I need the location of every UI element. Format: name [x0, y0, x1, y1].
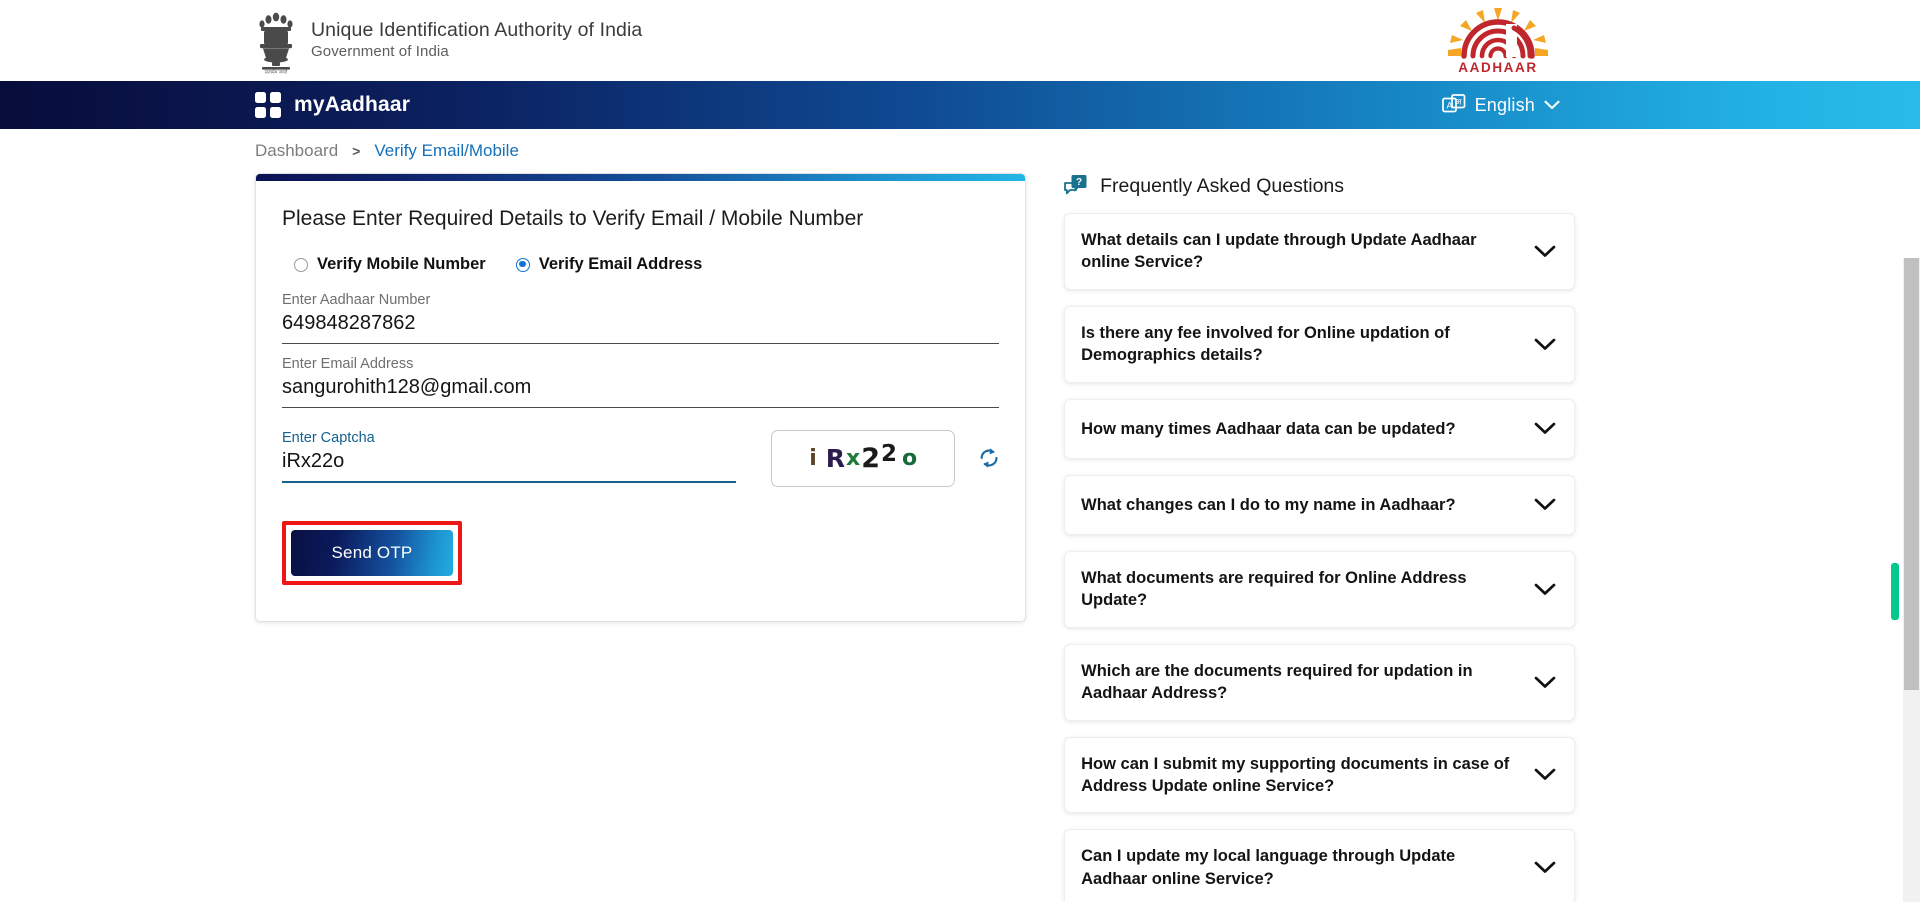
faq-speech-bubble-icon: ?: [1064, 175, 1087, 195]
organization-identity: सत्यमेव जयते Unique Identification Autho…: [255, 8, 642, 74]
captcha-char-1: i: [809, 446, 817, 471]
captcha-char-4: 2: [861, 443, 880, 474]
chevron-down-icon[interactable]: [1534, 245, 1556, 258]
faq-item[interactable]: Can I update my local language through U…: [1064, 829, 1575, 902]
svg-text:AADHAAR: AADHAAR: [1458, 60, 1537, 74]
captcha-field: Enter Captcha iRx22o: [282, 430, 737, 483]
language-selector[interactable]: A अ English: [1441, 94, 1560, 116]
grid-apps-icon: [255, 92, 281, 118]
scroll-position-marker: [1891, 563, 1899, 620]
org-subtitle: Government of India: [311, 43, 449, 61]
chevron-down-icon: [1544, 100, 1560, 110]
faq-item[interactable]: Is there any fee involved for Online upd…: [1064, 305, 1575, 383]
chevron-down-icon[interactable]: [1534, 338, 1556, 351]
language-label: English: [1474, 94, 1535, 115]
faq-title: Frequently Asked Questions: [1100, 174, 1345, 197]
translate-icon: A अ: [1441, 94, 1465, 113]
site-header: सत्यमेव जयते Unique Identification Autho…: [0, 0, 1920, 81]
radio-label-mobile: Verify Mobile Number: [317, 255, 486, 273]
faq-question: Can I update my local language through U…: [1081, 847, 1456, 888]
org-title: Unique Identification Authority of India: [311, 19, 643, 42]
svg-text:?: ?: [1076, 177, 1082, 188]
radio-verify-email[interactable]: Verify Email Address: [515, 255, 703, 274]
verify-form-card: Please Enter Required Details to Verify …: [255, 173, 1027, 622]
breadcrumb: Dashboard > Verify Email/Mobile: [255, 129, 1575, 173]
scrollbar-thumb[interactable]: [1904, 258, 1919, 690]
send-otp-highlight: Send OTP: [282, 521, 462, 585]
email-address-input[interactable]: sangurohith128@gmail.com: [282, 375, 1000, 408]
breadcrumb-separator: >: [352, 143, 361, 159]
faq-question: How can I submit my supporting documents…: [1081, 754, 1510, 795]
page-body: Dashboard > Verify Email/Mobile Please E…: [0, 129, 1920, 902]
email-address-label: Enter Email Address: [282, 356, 414, 372]
faq-panel: ? Frequently Asked Questions What detail…: [1064, 173, 1575, 902]
faq-question: How many times Aadhaar data can be updat…: [1081, 419, 1456, 438]
form-body: Please Enter Required Details to Verify …: [256, 181, 1025, 621]
captcha-row: Enter Captcha iRx22o i R x 2 2 o: [280, 430, 1001, 495]
form-title: Please Enter Required Details to Verify …: [282, 207, 864, 230]
faq-question: Is there any fee involved for Online upd…: [1081, 323, 1450, 365]
radio-indicator-email: [515, 257, 530, 272]
faq-question: What documents are required for Online A…: [1081, 568, 1467, 610]
chevron-down-icon[interactable]: [1534, 861, 1556, 874]
faq-item[interactable]: What documents are required for Online A…: [1064, 550, 1575, 628]
aadhaar-number-input[interactable]: 649848287862: [282, 311, 1000, 344]
aadhaar-number-field: Enter Aadhaar Number 649848287862: [282, 292, 1000, 344]
verify-type-radio-group: Verify Mobile Number Verify Email Addres…: [294, 255, 1001, 274]
faq-item[interactable]: What changes can I do to my name in Aadh…: [1064, 474, 1575, 535]
card-accent-strip: [256, 174, 1026, 181]
breadcrumb-current[interactable]: Verify Email/Mobile: [374, 141, 519, 161]
captcha-char-3: x: [846, 446, 861, 471]
organization-text: Unique Identification Authority of India…: [311, 19, 642, 61]
radio-verify-mobile[interactable]: Verify Mobile Number: [294, 255, 486, 274]
chevron-down-icon[interactable]: [1534, 422, 1556, 435]
refresh-captcha-icon[interactable]: [977, 445, 1001, 471]
email-address-field: Enter Email Address sangurohith128@gmail…: [282, 356, 1000, 408]
send-otp-button[interactable]: Send OTP: [291, 530, 453, 576]
captcha-char-6: o: [902, 446, 918, 471]
brand-myaadhaar[interactable]: myAadhaar: [255, 92, 410, 118]
faq-item[interactable]: What details can I update through Update…: [1064, 213, 1575, 290]
aadhaar-number-label: Enter Aadhaar Number: [282, 292, 431, 308]
chevron-down-icon[interactable]: [1534, 676, 1556, 689]
captcha-label: Enter Captcha: [282, 430, 375, 446]
faq-question: What changes can I do to my name in Aadh…: [1081, 495, 1456, 514]
faq-header: ? Frequently Asked Questions: [1064, 173, 1575, 199]
captcha-char-5: 2: [881, 440, 898, 467]
radio-indicator-mobile: [294, 257, 308, 272]
chevron-down-icon[interactable]: [1534, 498, 1556, 511]
india-state-emblem-icon: सत्यमेव जयते: [259, 12, 293, 74]
faq-item[interactable]: How can I submit my supporting documents…: [1064, 736, 1575, 814]
faq-item[interactable]: Which are the documents required for upd…: [1064, 643, 1575, 721]
aadhaar-logo-icon: AADHAAR: [1448, 8, 1548, 74]
captcha-image: i R x 2 2 o: [771, 430, 956, 487]
main-navigation-bar: myAadhaar A अ English: [0, 81, 1920, 129]
faq-question: What details can I update through Update…: [1081, 231, 1477, 272]
page-scrollbar[interactable]: [1903, 258, 1920, 902]
svg-text:अ: अ: [1455, 98, 1462, 108]
faq-question: Which are the documents required for upd…: [1081, 661, 1473, 703]
captcha-input[interactable]: iRx22o: [282, 449, 737, 483]
chevron-down-icon[interactable]: [1534, 583, 1556, 596]
brand-label: myAadhaar: [294, 93, 411, 116]
chevron-down-icon[interactable]: [1534, 768, 1556, 781]
faq-item[interactable]: How many times Aadhaar data can be updat…: [1064, 398, 1575, 459]
content-columns: Please Enter Required Details to Verify …: [255, 173, 1575, 902]
radio-label-email: Verify Email Address: [538, 255, 703, 273]
breadcrumb-dashboard[interactable]: Dashboard: [255, 141, 338, 161]
captcha-char-2: R: [825, 444, 845, 473]
